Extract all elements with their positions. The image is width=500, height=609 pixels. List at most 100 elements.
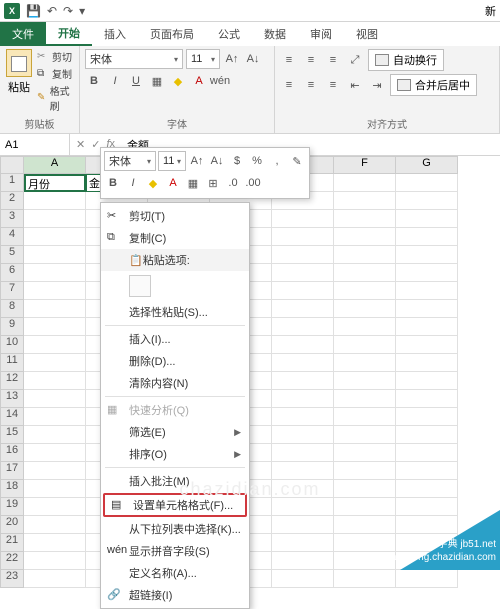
align-left-icon[interactable]: ≡ xyxy=(280,76,298,94)
cell[interactable] xyxy=(272,462,334,480)
row-header[interactable]: 3 xyxy=(0,210,24,228)
cell[interactable] xyxy=(334,372,396,390)
mini-increase-font-icon[interactable]: A↑ xyxy=(188,152,206,170)
cell[interactable] xyxy=(396,354,458,372)
decrease-indent-icon[interactable]: ⇤ xyxy=(346,76,364,94)
cell[interactable] xyxy=(272,534,334,552)
row-header[interactable]: 12 xyxy=(0,372,24,390)
cell[interactable] xyxy=(272,354,334,372)
bold-button[interactable]: B xyxy=(85,72,103,90)
cell[interactable] xyxy=(24,444,86,462)
col-header-g[interactable]: G xyxy=(396,156,458,174)
font-color-button[interactable]: A xyxy=(190,72,208,90)
decrease-font-icon[interactable]: A↓ xyxy=(244,50,262,68)
tab-page-layout[interactable]: 页面布局 xyxy=(138,22,206,46)
tab-data[interactable]: 数据 xyxy=(252,22,298,46)
cell[interactable] xyxy=(24,480,86,498)
ctx-hyperlink[interactable]: 🔗超链接(I) xyxy=(101,584,249,606)
font-size-combo[interactable]: 11▾ xyxy=(186,49,220,69)
ctx-copy[interactable]: ⧉复制(C) xyxy=(101,227,249,249)
ctx-clear[interactable]: 清除内容(N) xyxy=(101,372,249,394)
cell[interactable] xyxy=(396,228,458,246)
row-header[interactable]: 5 xyxy=(0,246,24,264)
select-all-corner[interactable] xyxy=(0,156,24,174)
cell[interactable] xyxy=(396,480,458,498)
cell[interactable] xyxy=(24,336,86,354)
cell[interactable] xyxy=(24,246,86,264)
cell[interactable] xyxy=(334,246,396,264)
ctx-cut[interactable]: ✂剪切(T) xyxy=(101,205,249,227)
tab-home[interactable]: 开始 xyxy=(46,22,92,46)
cell[interactable] xyxy=(334,462,396,480)
cell[interactable] xyxy=(396,570,458,588)
paste-keep-source-icon[interactable] xyxy=(129,275,151,297)
cell[interactable] xyxy=(334,444,396,462)
cell[interactable] xyxy=(272,552,334,570)
cut-button[interactable]: ✂剪切 xyxy=(37,49,74,64)
format-painter-button[interactable]: ✎格式刷 xyxy=(37,83,74,113)
cell[interactable] xyxy=(24,408,86,426)
cell[interactable] xyxy=(24,228,86,246)
row-header[interactable]: 6 xyxy=(0,264,24,282)
row-header[interactable]: 17 xyxy=(0,462,24,480)
mini-font-name[interactable]: 宋体▾ xyxy=(104,151,156,171)
row-header[interactable]: 7 xyxy=(0,282,24,300)
mini-font-size[interactable]: 11▾ xyxy=(158,151,186,171)
cell[interactable] xyxy=(396,192,458,210)
undo-icon[interactable]: ↶ xyxy=(47,4,57,18)
cell[interactable] xyxy=(24,372,86,390)
cell[interactable] xyxy=(272,246,334,264)
cell[interactable] xyxy=(334,300,396,318)
row-header[interactable]: 18 xyxy=(0,480,24,498)
cell[interactable] xyxy=(24,552,86,570)
align-right-icon[interactable]: ≡ xyxy=(324,76,342,94)
row-header[interactable]: 11 xyxy=(0,354,24,372)
mini-percent-icon[interactable]: % xyxy=(248,152,266,170)
ctx-delete[interactable]: 删除(D)... xyxy=(101,350,249,372)
ctx-define-name[interactable]: 定义名称(A)... xyxy=(101,562,249,584)
ctx-pick-from-list[interactable]: 从下拉列表中选择(K)... xyxy=(101,518,249,540)
cell[interactable] xyxy=(334,192,396,210)
cell[interactable] xyxy=(272,228,334,246)
row-header[interactable]: 13 xyxy=(0,390,24,408)
fill-color-button[interactable]: ◆ xyxy=(169,72,187,90)
align-center-icon[interactable]: ≡ xyxy=(302,76,320,94)
cell[interactable] xyxy=(334,264,396,282)
orientation-icon[interactable]: ⤢ xyxy=(346,51,364,69)
cell[interactable] xyxy=(272,390,334,408)
cell[interactable] xyxy=(272,444,334,462)
cell[interactable] xyxy=(334,498,396,516)
phonetic-button[interactable]: wén xyxy=(211,72,229,90)
cell[interactable] xyxy=(396,426,458,444)
row-header[interactable]: 22 xyxy=(0,552,24,570)
cell[interactable] xyxy=(396,174,458,192)
cell[interactable] xyxy=(396,282,458,300)
align-top-icon[interactable]: ≡ xyxy=(280,51,298,69)
row-header[interactable]: 9 xyxy=(0,318,24,336)
tab-insert[interactable]: 插入 xyxy=(92,22,138,46)
tab-view[interactable]: 视图 xyxy=(344,22,390,46)
row-header[interactable]: 16 xyxy=(0,444,24,462)
increase-font-icon[interactable]: A↑ xyxy=(223,50,241,68)
mini-fill-color-icon[interactable]: ◆ xyxy=(144,174,162,192)
cell[interactable] xyxy=(334,174,396,192)
mini-italic-button[interactable]: I xyxy=(124,174,142,192)
row-header[interactable]: 4 xyxy=(0,228,24,246)
col-header-a[interactable]: A xyxy=(24,156,86,174)
cell[interactable] xyxy=(334,210,396,228)
italic-button[interactable]: I xyxy=(106,72,124,90)
cell[interactable] xyxy=(24,462,86,480)
cell[interactable] xyxy=(334,480,396,498)
cell[interactable] xyxy=(24,516,86,534)
cell[interactable] xyxy=(396,246,458,264)
row-header[interactable]: 1 xyxy=(0,174,24,192)
row-header[interactable]: 19 xyxy=(0,498,24,516)
cell[interactable] xyxy=(272,498,334,516)
mini-merge-icon[interactable]: ⊞ xyxy=(204,174,222,192)
cell[interactable] xyxy=(334,354,396,372)
border-button[interactable]: ▦ xyxy=(148,72,166,90)
cell[interactable] xyxy=(334,426,396,444)
mini-accounting-icon[interactable]: $ xyxy=(228,152,246,170)
cell[interactable] xyxy=(396,462,458,480)
save-icon[interactable]: 💾 xyxy=(26,4,41,18)
